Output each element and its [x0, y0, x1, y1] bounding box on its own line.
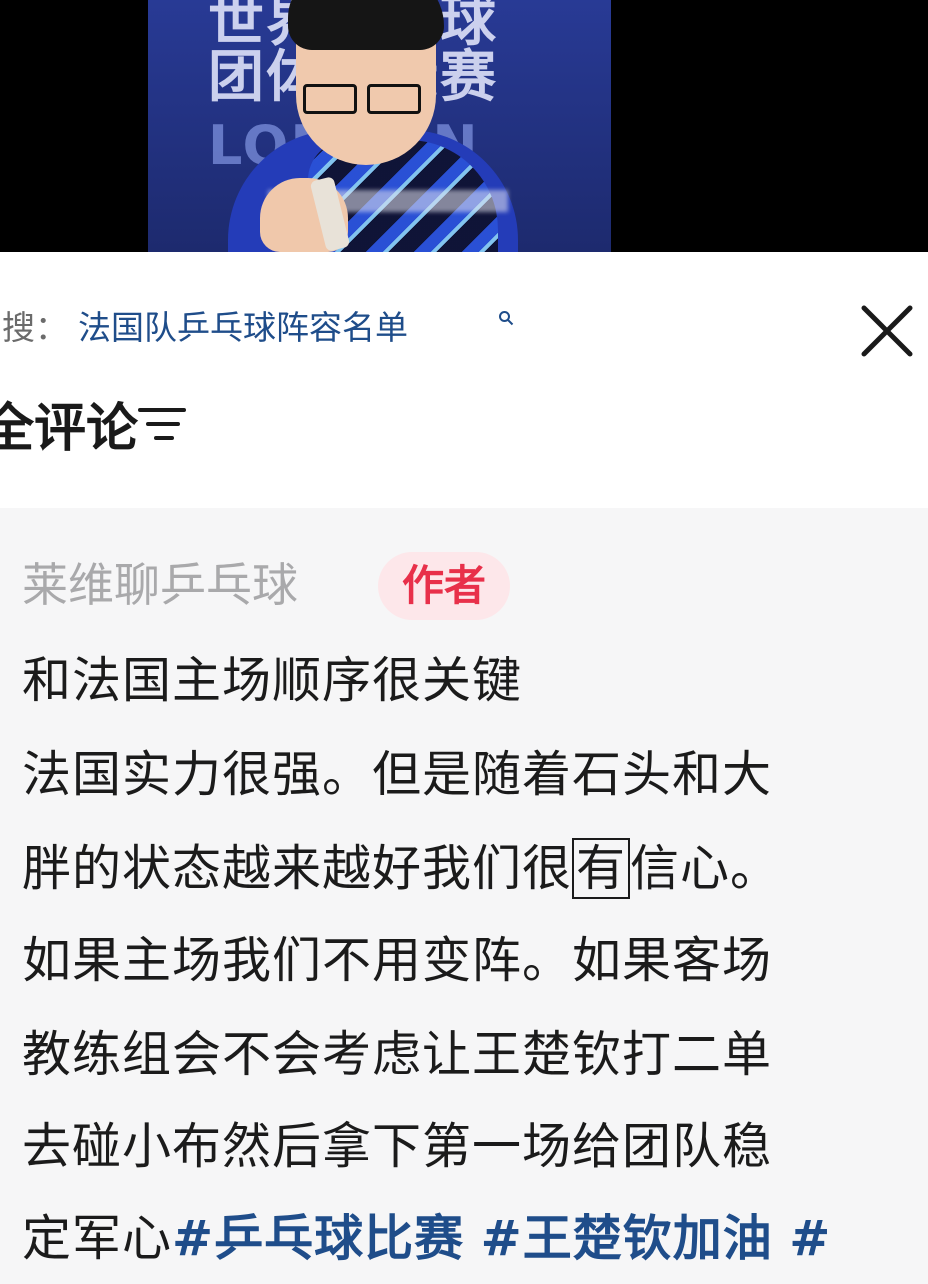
video-frame: 世界乒乓球 团体锦标赛 LONDON — [148, 0, 611, 252]
person-hair — [288, 0, 444, 50]
comment-text-segment: 信心。 — [630, 840, 781, 897]
hashtag-link[interactable]: #王楚钦加油 — [481, 1210, 773, 1267]
comment-text-line: 定军心#乒乓球比赛 #王楚钦加油 # — [22, 1208, 831, 1270]
close-icon[interactable] — [858, 302, 916, 360]
hashtag-link[interactable]: # — [789, 1210, 831, 1267]
author-name[interactable]: 莱维聊乒乓球 — [22, 554, 298, 616]
comment-text-line: 教练组会不会考虑让王楚钦打二单 — [22, 1026, 773, 1083]
glasses — [303, 84, 423, 114]
comment-text-line: 和法国主场顺序很关键 — [22, 652, 523, 709]
comment-boxed-char: 有 — [572, 838, 631, 899]
search-query-link[interactable]: 法国队乒乓球阵容名单 — [78, 308, 408, 348]
author-badge: 作者 — [378, 552, 510, 620]
comment-text-line: 法国实力很强。但是随着石头和大 — [22, 746, 773, 803]
comment-text-line: 如果主场我们不用变阵。如果客场 — [22, 932, 773, 989]
comment-text-segment: 胖的状态越来越好我们很 — [22, 840, 573, 897]
comment-text-line: 去碰小布然后拿下第一场给团队稳 — [22, 1118, 773, 1175]
search-icon — [499, 311, 514, 326]
video-player[interactable]: 世界乒乓球 团体锦标赛 LONDON — [0, 0, 928, 252]
comment-text-segment: 定军心 — [22, 1210, 173, 1267]
search-suggestion-row[interactable]: 搜： 法国队乒乓球阵容名单 — [0, 296, 928, 366]
hashtag-link[interactable]: #乒乓球比赛 — [172, 1210, 464, 1267]
comment-text-line: 胖的状态越来越好我们很有信心。 — [22, 838, 780, 900]
comments-title: 全评论 — [0, 399, 139, 459]
search-prefix: 搜： — [2, 308, 68, 347]
sort-icon[interactable] — [138, 406, 188, 446]
